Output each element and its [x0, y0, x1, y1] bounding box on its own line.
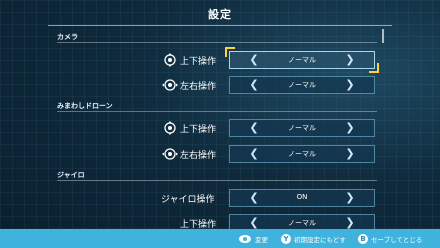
section-header-camera: カメラ: [57, 33, 78, 41]
setting-row-drone-horizontal[interactable]: 左右操作 ❮ ノーマル ❯: [0, 143, 440, 165]
value-selector[interactable]: ❮ ON ❯: [229, 189, 375, 207]
y-button-icon: Y: [281, 234, 291, 244]
chevron-right-icon[interactable]: ❯: [344, 148, 356, 160]
chevron-right-icon[interactable]: ❯: [344, 122, 356, 134]
setting-label: 左右操作: [180, 82, 217, 92]
section-header-drone: みまわしドローン: [57, 102, 113, 110]
page-title: 設定: [208, 8, 232, 21]
setting-row-camera-horizontal[interactable]: 左右操作 ❮ ノーマル ❯: [0, 74, 440, 96]
section-divider: [57, 42, 377, 43]
hint-save[interactable]: B セーブしてとじる: [358, 233, 422, 245]
hint-reset[interactable]: Y 初期設定にもどす: [281, 233, 346, 245]
chevron-right-icon[interactable]: ❯: [344, 54, 356, 66]
hint-label: 変更: [255, 236, 268, 244]
setting-label: 左右操作: [180, 151, 217, 161]
setting-label: ジャイロ操作: [161, 195, 215, 205]
chevron-right-icon[interactable]: ❯: [344, 192, 356, 204]
stick-vertical-icon: [164, 53, 176, 67]
value-selector[interactable]: ❮ ノーマル ❯: [229, 145, 375, 163]
section-divider: [57, 180, 377, 181]
value-selector[interactable]: ❮ ノーマル ❯: [229, 76, 375, 94]
header: 設定: [0, 0, 440, 26]
setting-row-camera-vertical[interactable]: 上下操作 ❮ ノーマル ❯: [0, 47, 440, 73]
chevron-right-icon[interactable]: ❯: [344, 217, 356, 229]
stick-horizontal-icon: [162, 79, 178, 91]
value-selector[interactable]: ❮ ノーマル ❯: [229, 119, 375, 137]
stick-vertical-icon: [164, 121, 176, 135]
section-header-gyro: ジャイロ: [57, 171, 85, 179]
stick-icon: [239, 235, 251, 243]
setting-row-gyro[interactable]: ジャイロ操作 ❮ ON ❯: [0, 187, 440, 209]
setting-label: 上下操作: [180, 57, 217, 67]
setting-row-drone-vertical[interactable]: 上下操作 ❮ ノーマル ❯: [0, 117, 440, 139]
button-hint-bar: 変更 Y 初期設定にもどす B セーブしてとじる: [0, 229, 440, 248]
setting-label: 上下操作: [180, 125, 217, 135]
scrollbar[interactable]: [382, 29, 384, 43]
hint-change[interactable]: 変更: [238, 233, 268, 245]
chevron-right-icon[interactable]: ❯: [344, 79, 356, 91]
stick-horizontal-icon: [162, 148, 178, 160]
hint-label: 初期設定にもどす: [294, 236, 346, 244]
section-divider: [57, 111, 377, 112]
value-selector[interactable]: ❮ ノーマル ❯: [225, 47, 379, 73]
hint-label: セーブしてとじる: [371, 236, 423, 244]
header-divider: [48, 25, 392, 26]
b-button-icon: B: [358, 234, 368, 244]
